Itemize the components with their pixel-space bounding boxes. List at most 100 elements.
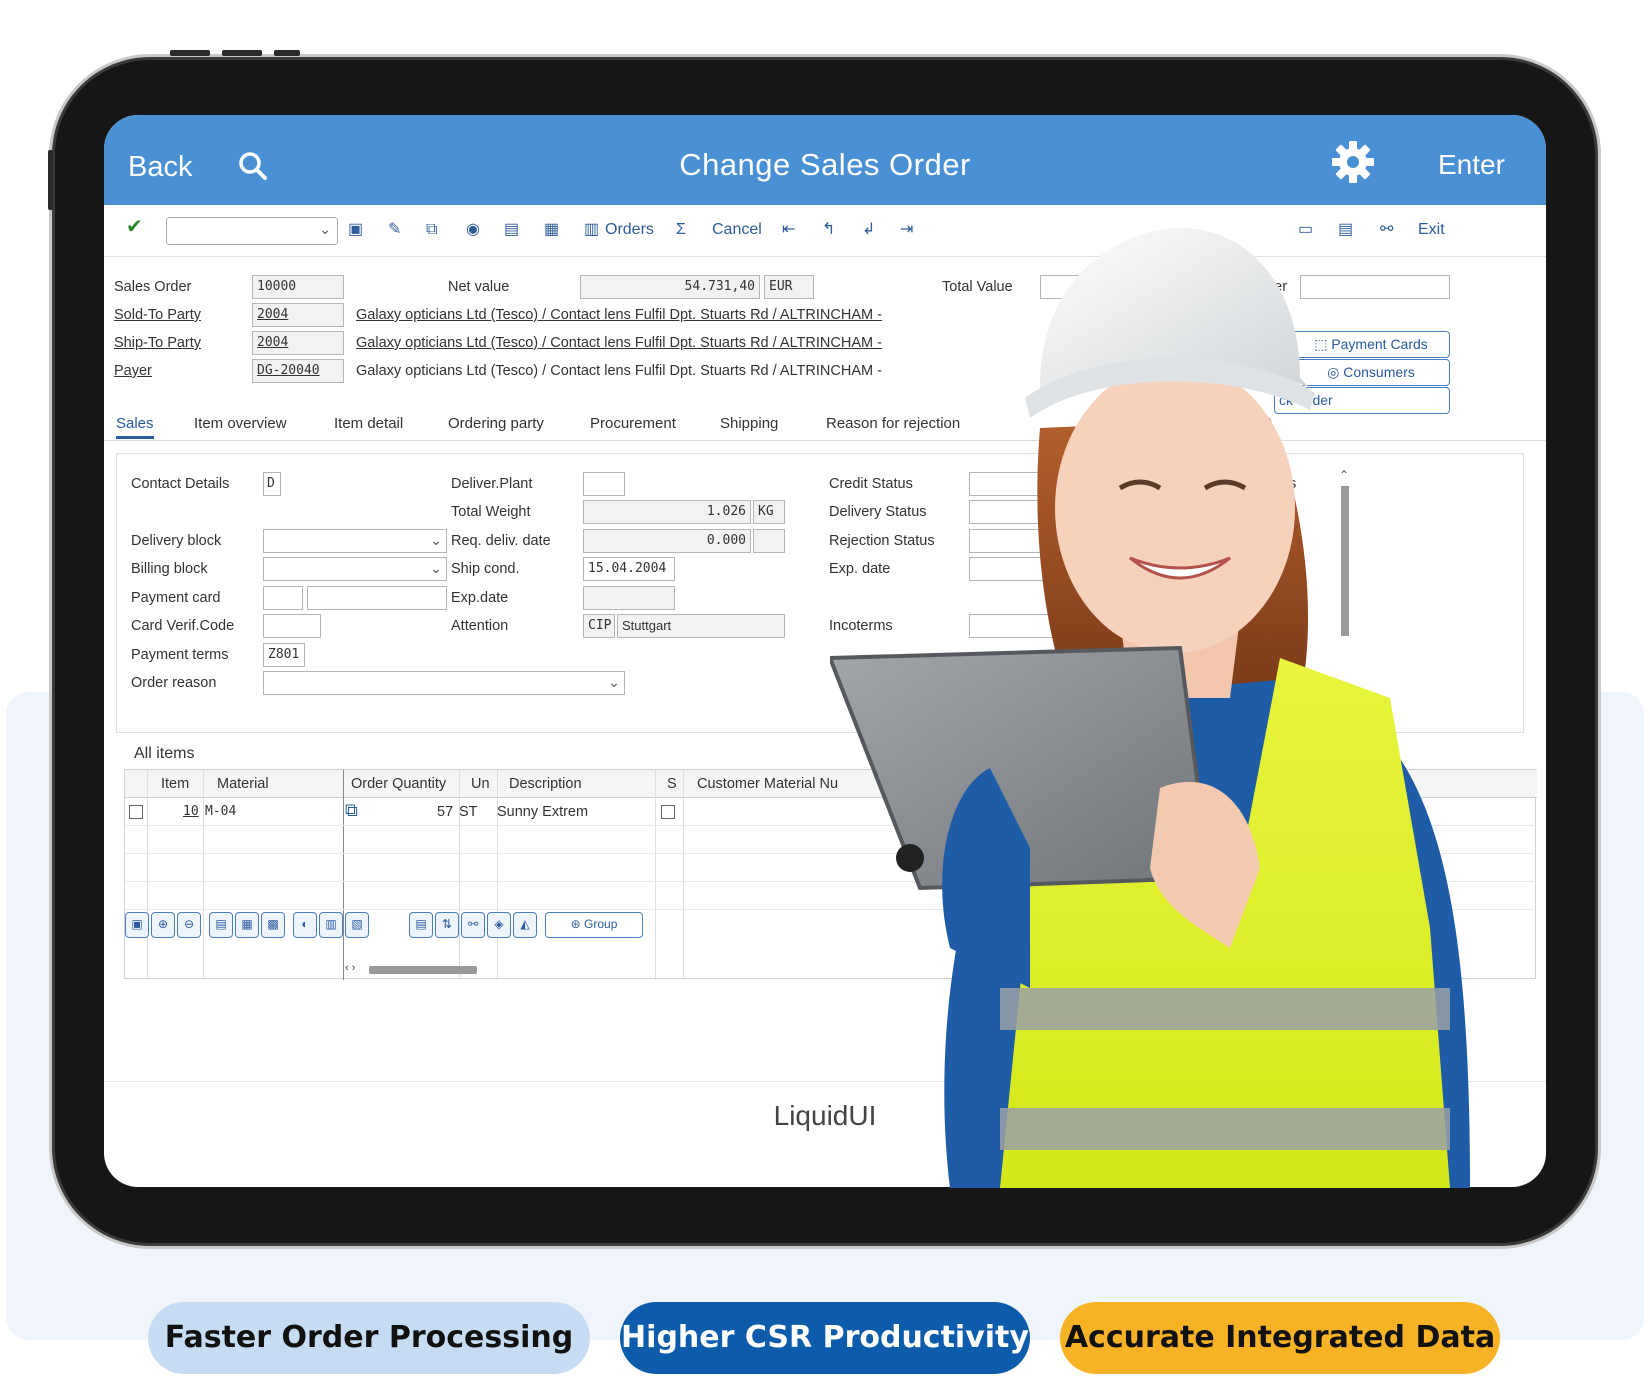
weight-unit-field[interactable]: KG xyxy=(753,500,785,524)
payer-field[interactable]: DG-20040 xyxy=(252,359,344,383)
payer-address: Galaxy opticians Ltd (Tesco) / Contact l… xyxy=(356,363,882,379)
overview-icon[interactable]: ▤ xyxy=(409,912,433,938)
schedule-icon[interactable]: ▥ xyxy=(319,912,343,938)
tab-item-overview[interactable]: Item overview xyxy=(194,415,287,432)
req-deliv-unit-field[interactable] xyxy=(753,529,785,553)
check-icon[interactable]: ✔ xyxy=(126,216,143,238)
col-order-quantity[interactable]: Order Quantity xyxy=(351,776,446,792)
document-icon[interactable]: ▤ xyxy=(504,219,519,241)
sold-to-label[interactable]: Sold-To Party xyxy=(114,307,201,323)
sales-order-field[interactable]: 10000 xyxy=(252,275,344,299)
command-field[interactable]: ⌄ xyxy=(166,217,338,245)
col-customer-material[interactable]: Customer Material Nu xyxy=(697,776,838,792)
contact-details-field[interactable]: D xyxy=(263,472,281,496)
copy-icon[interactable]: ⧉ xyxy=(426,219,437,241)
row-quantity: 57 xyxy=(437,804,454,820)
attention-code-field[interactable]: CIP xyxy=(583,614,615,638)
net-value-label: Net value xyxy=(448,279,510,295)
ship-to-label[interactable]: Ship-To Party xyxy=(114,335,201,351)
col-s[interactable]: S xyxy=(667,776,677,792)
deliver-plant-label: Deliver.Plant xyxy=(451,476,533,492)
remove-row-icon[interactable]: ⊖ xyxy=(177,912,201,938)
copy-row-icon[interactable]: ⧉ xyxy=(345,800,358,821)
sum-icon[interactable]: Σ xyxy=(676,219,686,241)
currency-field[interactable]: EUR xyxy=(764,275,814,299)
order-reason-select[interactable]: ⌄ xyxy=(263,671,625,695)
table-icon[interactable]: ▦ xyxy=(544,219,559,241)
orders-icon[interactable]: ▥ xyxy=(584,219,599,241)
tab-shipping[interactable]: Shipping xyxy=(720,415,778,432)
col-description[interactable]: Description xyxy=(509,776,582,792)
col-material[interactable]: Material xyxy=(217,776,269,792)
config-icon[interactable]: ▧ xyxy=(345,912,369,938)
attention-value-field[interactable]: Stuttgart xyxy=(617,614,785,638)
tab-item-detail[interactable]: Item detail xyxy=(334,415,403,432)
display-icon[interactable]: ▣ xyxy=(348,219,363,241)
col-unit[interactable]: Un xyxy=(471,776,490,792)
exp-date-field[interactable] xyxy=(583,586,675,610)
group-button[interactable]: ⊛ Group xyxy=(545,912,643,938)
tab-procurement[interactable]: Procurement xyxy=(590,415,676,432)
select-all-icon[interactable]: ▦ xyxy=(235,912,259,938)
deselect-all-icon[interactable]: ▩ xyxy=(261,912,285,938)
sold-to-address[interactable]: Galaxy opticians Ltd (Tesco) / Contact l… xyxy=(356,307,882,323)
net-value-field[interactable]: 54.731,40 xyxy=(580,275,760,299)
change-icon[interactable]: ✎ xyxy=(388,219,401,241)
cancel-button[interactable]: Cancel xyxy=(712,219,762,241)
tablet-top-button xyxy=(274,50,300,56)
billing-block-label: Billing block xyxy=(131,561,208,577)
tab-sales[interactable]: Sales xyxy=(116,415,154,439)
gear-icon[interactable] xyxy=(1330,139,1376,185)
row-item: 10 xyxy=(183,804,199,819)
scroll-arrows-icon[interactable]: ‹ › xyxy=(345,962,355,974)
sold-to-field[interactable]: 2004 xyxy=(252,303,344,327)
row-unit: ST xyxy=(459,804,478,820)
order-reason-label: Order reason xyxy=(131,675,217,691)
row-select-checkbox[interactable] xyxy=(129,805,143,819)
delivery-block-select[interactable]: ⌄ xyxy=(263,529,447,553)
deliver-plant-field[interactable] xyxy=(583,472,625,496)
payer-label[interactable]: Payer xyxy=(114,363,152,379)
req-deliv-date-field[interactable]: 0.000 xyxy=(583,529,751,553)
exp-date-label: Exp.date xyxy=(451,590,509,606)
attention-label: Attention xyxy=(451,618,509,634)
list-icon[interactable]: ▤ xyxy=(209,912,233,938)
tablet-top-button xyxy=(170,50,210,56)
chevron-down-icon: ⌄ xyxy=(430,533,442,549)
payment-card-type-field[interactable] xyxy=(263,586,303,610)
billing-block-select[interactable]: ⌄ xyxy=(263,557,447,581)
ship-to-address[interactable]: Galaxy opticians Ltd (Tesco) / Contact l… xyxy=(356,335,882,351)
partner-icon[interactable]: ◈ xyxy=(487,912,511,938)
card-verif-field[interactable] xyxy=(263,614,321,638)
orders-button[interactable]: Orders xyxy=(605,219,654,241)
first-page-icon[interactable]: ⇤ xyxy=(782,219,795,241)
enter-button[interactable]: Enter xyxy=(1438,149,1505,181)
details-icon[interactable]: ▣ xyxy=(125,912,149,938)
chevron-down-icon: ⌄ xyxy=(608,675,620,691)
worker-photo xyxy=(830,228,1470,1188)
pricing-icon[interactable]: ◐ xyxy=(293,912,317,938)
col-item[interactable]: Item xyxy=(161,776,189,792)
link-icon[interactable]: ⚯ xyxy=(461,912,485,938)
tab-ordering-party[interactable]: Ordering party xyxy=(448,415,544,432)
sort-icon[interactable]: ⇅ xyxy=(435,912,459,938)
total-weight-field[interactable]: 1.026 xyxy=(583,500,751,524)
benefit-pill-faster-order: Faster Order Processing xyxy=(148,1302,590,1374)
group-icon: ⊛ xyxy=(570,917,585,931)
tablet-side-button xyxy=(48,150,53,210)
title-bar: Back Change Sales Order Enter xyxy=(104,115,1546,205)
tablet-top-button xyxy=(222,50,262,56)
chevron-down-icon: ⌄ xyxy=(319,221,331,237)
payment-terms-field[interactable]: Z801 xyxy=(263,643,305,667)
ship-cond-field[interactable]: 15.04.2004 xyxy=(583,557,675,581)
ship-to-field[interactable]: 2004 xyxy=(252,331,344,355)
payment-card-number-field[interactable] xyxy=(307,586,447,610)
partner-icon[interactable]: ◉ xyxy=(466,219,480,241)
row-s-checkbox[interactable] xyxy=(661,805,675,819)
horizontal-scrollbar[interactable] xyxy=(369,966,477,974)
add-row-icon[interactable]: ⊕ xyxy=(151,912,175,938)
user-icon[interactable]: ◭ xyxy=(513,912,537,938)
row-description: Sunny Extrem xyxy=(497,804,589,820)
card-verif-label: Card Verif.Code xyxy=(131,618,235,634)
all-items-title: All items xyxy=(134,745,195,762)
